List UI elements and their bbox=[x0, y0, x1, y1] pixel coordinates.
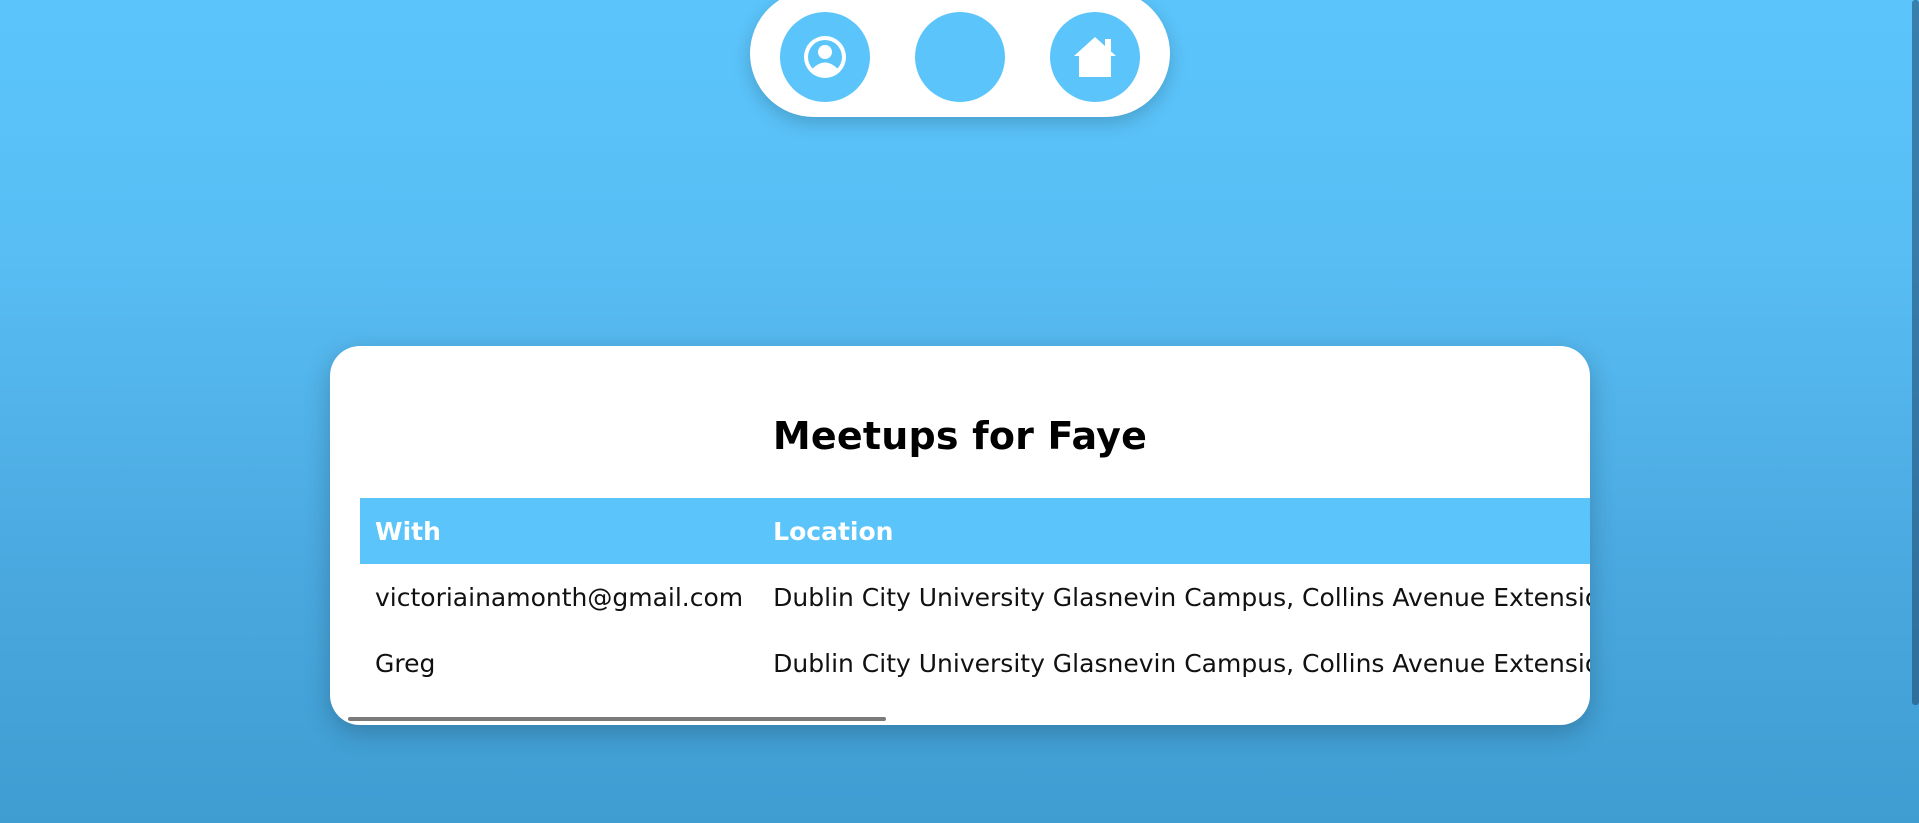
user-circle-icon bbox=[802, 34, 848, 80]
cell-with: victoriainamonth@gmail.com bbox=[375, 582, 744, 612]
horizontal-scrollbar[interactable] bbox=[348, 717, 886, 721]
nav-button-middle[interactable] bbox=[915, 12, 1005, 102]
page-title: Meetups for Faye bbox=[772, 414, 1148, 458]
profile-button[interactable] bbox=[780, 12, 870, 102]
meetups-card: Meetups for Faye With Location victoriai… bbox=[330, 346, 1590, 725]
table-header-row: With Location bbox=[360, 498, 1590, 564]
table-row[interactable]: victoriainamonth@gmail.com Dublin City U… bbox=[360, 564, 1590, 630]
home-button[interactable] bbox=[1050, 12, 1140, 102]
cell-with: Greg bbox=[375, 648, 436, 678]
table-row[interactable]: Greg Dublin City University Glasnevin Ca… bbox=[360, 630, 1590, 696]
meetups-table: With Location victoriainamonth@gmail.com… bbox=[360, 498, 1590, 696]
top-nav bbox=[750, 0, 1170, 117]
cell-location: Dublin City University Glasnevin Campus,… bbox=[773, 582, 1590, 612]
meetups-table-container[interactable]: With Location victoriainamonth@gmail.com… bbox=[360, 498, 1590, 703]
cell-location: Dublin City University Glasnevin Campus,… bbox=[773, 648, 1590, 678]
column-header-location: Location bbox=[773, 516, 894, 546]
vertical-scrollbar-track bbox=[1911, 0, 1919, 823]
vertical-scrollbar[interactable] bbox=[1912, 0, 1919, 705]
home-icon bbox=[1071, 35, 1119, 79]
column-header-with: With bbox=[375, 516, 441, 546]
